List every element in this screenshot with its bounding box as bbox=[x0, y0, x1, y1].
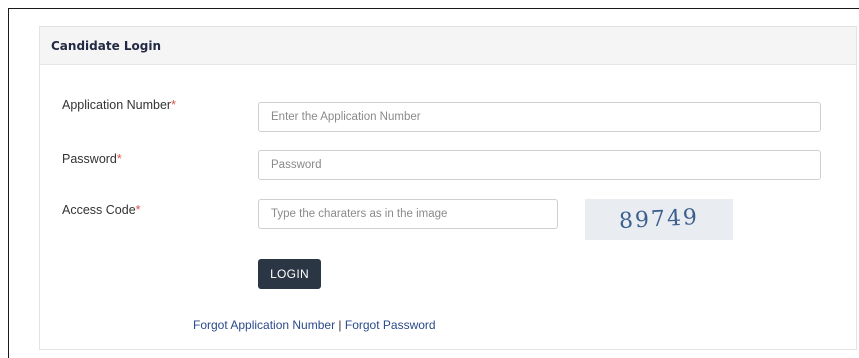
forgot-password-link[interactable]: Forgot Password bbox=[345, 318, 436, 332]
password-label-text: Password bbox=[62, 152, 117, 166]
required-mark: * bbox=[116, 152, 122, 166]
application-number-label: Application Number* bbox=[62, 98, 176, 112]
required-mark: * bbox=[171, 98, 176, 112]
panel-header: Candidate Login bbox=[40, 27, 856, 65]
password-label: Password* bbox=[62, 152, 122, 166]
login-button[interactable]: LOGIN bbox=[258, 259, 321, 289]
required-mark: * bbox=[135, 203, 141, 217]
access-code-label: Access Code* bbox=[62, 203, 141, 217]
password-input[interactable] bbox=[258, 150, 821, 180]
captcha-text: 89749 bbox=[618, 204, 700, 235]
page-frame: Candidate Login Application Number* Pass… bbox=[8, 8, 859, 358]
forgot-application-number-link[interactable]: Forgot Application Number bbox=[193, 318, 335, 332]
application-number-input[interactable] bbox=[258, 102, 821, 132]
panel-title: Candidate Login bbox=[51, 38, 162, 53]
access-code-label-text: Access Code bbox=[62, 203, 136, 217]
forgot-links: Forgot Application Number | Forgot Passw… bbox=[193, 318, 436, 332]
link-separator: | bbox=[335, 318, 345, 332]
application-number-label-text: Application Number bbox=[62, 98, 172, 112]
captcha-image: 89749 bbox=[585, 199, 733, 240]
login-panel: Candidate Login Application Number* Pass… bbox=[39, 26, 857, 350]
access-code-input[interactable] bbox=[258, 199, 558, 229]
